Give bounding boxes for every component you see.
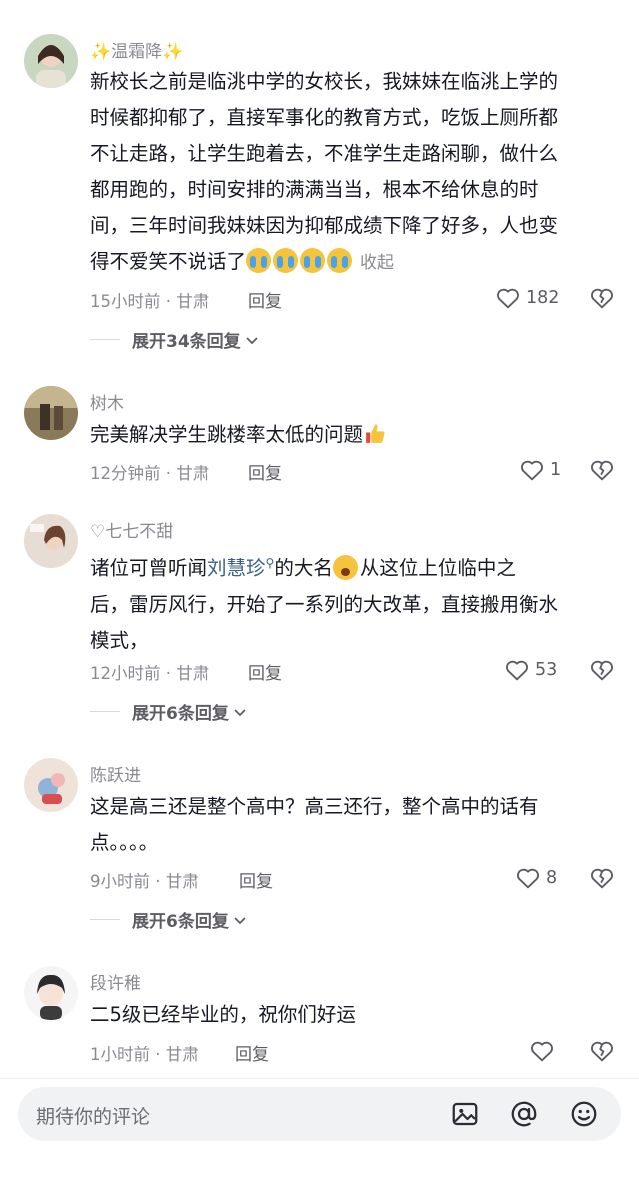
reply-button[interactable]: 回复	[248, 287, 282, 312]
like-count: 53	[535, 660, 558, 680]
broken-heart-icon[interactable]	[588, 456, 616, 484]
comment-text: 诸位可曾听闻刘慧珍⚲的大名 从这位上位临中之 后，雷厉风行，开始了一系列的大改革，…	[90, 554, 559, 652]
like-button[interactable]: 182	[494, 283, 559, 313]
comment-text: 这是高三还是整个高中？高三还行，整个高中的话有 点。。。。	[90, 795, 539, 854]
chevron-down-icon	[234, 708, 246, 716]
avatar[interactable]	[24, 514, 78, 568]
avatar[interactable]	[24, 966, 78, 1020]
thumbs-up-emoji-icon	[363, 421, 388, 446]
like-count: 8	[546, 868, 558, 888]
heart-outline-icon	[521, 460, 543, 481]
heart-outline-icon	[506, 660, 528, 681]
comment-username[interactable]: ✨温霜降✨	[90, 37, 183, 62]
like-button[interactable]: 8	[514, 863, 557, 893]
comment-time-location: 1小时前 · 甘肃	[90, 1045, 199, 1064]
crying-emoji-icon	[273, 248, 299, 273]
comment-input-bar[interactable]: 期待你的评论	[18, 1087, 621, 1141]
collapse-link[interactable]: 收起	[360, 253, 394, 273]
avatar[interactable]	[24, 386, 78, 440]
broken-heart-icon[interactable]	[588, 1037, 616, 1065]
divider	[90, 919, 120, 920]
comment-text: 二5级已经毕业的，祝你们好运	[90, 1003, 356, 1026]
comment-time-location: 12小时前 · 甘肃	[90, 664, 210, 683]
avatar[interactable]	[24, 34, 78, 88]
crying-emoji-icon	[300, 248, 326, 273]
divider	[90, 339, 120, 340]
comment-username[interactable]: ♡七七不甜	[90, 517, 173, 542]
heart-outline-icon	[517, 868, 539, 889]
crying-emoji-icon	[246, 248, 272, 273]
image-icon[interactable]	[450, 1099, 480, 1129]
reply-button[interactable]: 回复	[235, 1040, 269, 1065]
comment-username[interactable]: 陈跃进	[90, 761, 141, 786]
search-icon: ⚲	[265, 556, 275, 570]
heart-outline-icon	[531, 1041, 553, 1062]
like-button[interactable]	[528, 1036, 556, 1066]
like-button[interactable]: 53	[503, 655, 557, 685]
chevron-down-icon	[246, 336, 258, 344]
expand-replies-button[interactable]: 展开6条回复	[90, 907, 247, 932]
divider	[90, 711, 120, 712]
comment-time-location: 9小时前 · 甘肃	[90, 872, 199, 891]
heart-outline-icon	[497, 288, 519, 309]
chevron-down-icon	[234, 916, 246, 924]
crying-emoji-icon	[327, 248, 353, 273]
comment-username[interactable]: 树木	[90, 389, 124, 414]
expand-replies-button[interactable]: 展开34条回复	[90, 327, 259, 352]
comment-text: 完美解决学生跳楼率太低的问题	[90, 417, 618, 453]
broken-heart-icon[interactable]	[588, 284, 616, 312]
comment-text: 新校长之前是临洮中学的女校长，我妹妹在临洮上学的 时候都抑郁了，直接军事化的教育…	[90, 70, 559, 273]
comment-username[interactable]: 段许稚	[90, 969, 141, 994]
at-icon[interactable]	[509, 1099, 539, 1129]
like-button[interactable]: 1	[518, 455, 561, 485]
reply-button[interactable]: 回复	[248, 659, 282, 684]
avatar[interactable]	[24, 758, 78, 812]
broken-heart-icon[interactable]	[588, 656, 616, 684]
reply-button[interactable]: 回复	[248, 459, 282, 484]
comment-time-location: 12分钟前 · 甘肃	[90, 464, 210, 483]
comment-time-location: 15小时前 · 甘肃	[90, 292, 210, 311]
reply-button[interactable]: 回复	[239, 867, 273, 892]
expand-replies-button[interactable]: 展开6条回复	[90, 699, 247, 724]
like-count: 182	[526, 288, 560, 308]
yawning-emoji-icon	[332, 554, 358, 580]
broken-heart-icon[interactable]	[588, 864, 616, 892]
divider	[0, 1078, 639, 1079]
smile-icon[interactable]	[569, 1099, 599, 1129]
like-count: 1	[550, 460, 562, 480]
search-link[interactable]: 刘慧珍	[207, 557, 266, 580]
comment-input[interactable]: 期待你的评论	[36, 1102, 150, 1129]
